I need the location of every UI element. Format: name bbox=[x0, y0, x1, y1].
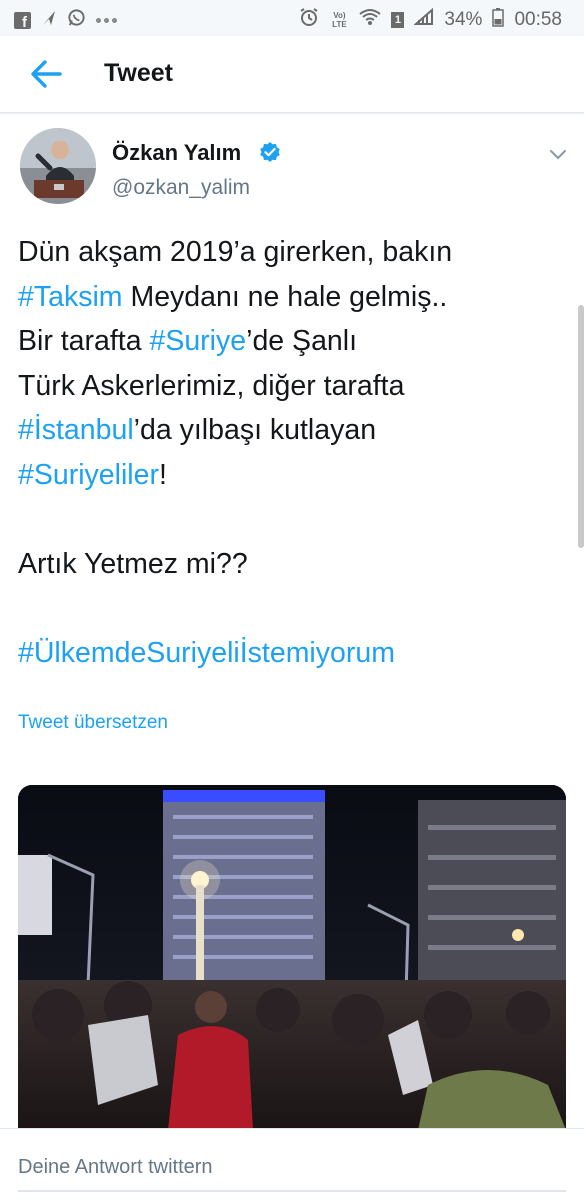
app-header: Tweet bbox=[0, 36, 584, 113]
hashtag-link[interactable]: #İstanbul bbox=[18, 414, 134, 446]
scrollbar[interactable] bbox=[578, 305, 584, 548]
tweet-text-segment: ’de Şanlı bbox=[246, 325, 358, 358]
tweet-text-segment: Artık Yetmez mi?? bbox=[18, 548, 248, 581]
tweet-line: #İstanbul’da yılbaşı kutlayan bbox=[18, 408, 578, 453]
page-title: Tweet bbox=[104, 59, 173, 87]
arrow-left-icon bbox=[31, 60, 62, 88]
status-notifications: f bbox=[14, 8, 117, 32]
back-button[interactable] bbox=[28, 56, 64, 92]
tweet-line: Dün akşam 2019’a girerken, bakın bbox=[18, 230, 578, 275]
clock: 00:58 bbox=[514, 9, 562, 30]
dots-icon bbox=[96, 17, 117, 23]
whatsapp-icon bbox=[67, 8, 86, 32]
alarm-icon bbox=[299, 7, 319, 33]
hashtag-link[interactable]: #Suriyeliler bbox=[18, 459, 159, 491]
translate-tweet-link[interactable]: Tweet übersetzen bbox=[18, 712, 168, 734]
tweet-options-button[interactable] bbox=[548, 148, 568, 160]
hashtag-link[interactable]: #Suriye bbox=[149, 325, 246, 357]
tweet-line: Türk Askerlerimiz, diğer tarafta bbox=[18, 364, 578, 409]
hashtag-link[interactable]: #ÜlkemdeSuriyeliİstemiyorum bbox=[18, 637, 395, 669]
status-bar: f Vo) LTE 1 34% 00:58 bbox=[0, 0, 584, 36]
battery-percent: 34% bbox=[444, 9, 483, 30]
tweet-line: #Taksim Meydanı ne hale gelmiş.. bbox=[18, 275, 578, 320]
reply-underline bbox=[18, 1190, 566, 1192]
tweet-video[interactable] bbox=[18, 785, 566, 1130]
video-frame bbox=[18, 785, 566, 1130]
author-handle[interactable]: @ozkan_yalim bbox=[112, 176, 250, 200]
volte-icon: Vo) LTE bbox=[332, 11, 347, 29]
tweet-text-segment: Dün akşam 2019’a girerken, bakın bbox=[18, 236, 453, 268]
tweet-text-segment: Türk Askerlerimiz, diğer tarafta bbox=[18, 369, 405, 402]
wifi-icon bbox=[359, 8, 382, 32]
battery-icon bbox=[492, 7, 505, 33]
tweet-text: Dün akşam 2019’a girerken, bakın #Taksim … bbox=[18, 230, 578, 676]
verified-badge-icon bbox=[259, 141, 281, 163]
sim1-icon: 1 bbox=[391, 12, 405, 28]
navigation-icon bbox=[41, 9, 57, 32]
author-name[interactable]: Özkan Yalım bbox=[112, 140, 241, 166]
chevron-down-icon bbox=[550, 150, 566, 160]
avatar[interactable] bbox=[20, 128, 96, 204]
signal-icon bbox=[413, 7, 434, 32]
status-system: Vo) LTE 1 34% 00:58 bbox=[299, 7, 562, 33]
tweet-line: Artık Yetmez mi?? bbox=[18, 542, 578, 587]
tweet-text-segment: ’da yılbaşı kutlayan bbox=[133, 414, 377, 447]
tweet-line: #Suriyeliler! bbox=[18, 453, 578, 498]
reply-input[interactable]: Deine Antwort twittern bbox=[18, 1156, 213, 1179]
tweet-text-segment: ! bbox=[158, 458, 167, 491]
facebook-icon: f bbox=[14, 11, 31, 30]
tweet-text-segment: Meydanı ne hale gelmiş.. bbox=[122, 280, 448, 313]
hashtag-link[interactable]: #Taksim bbox=[18, 281, 123, 313]
tweet-text-segment: Bir tarafta bbox=[18, 325, 150, 358]
tweet-line: #ÜlkemdeSuriyeliİstemiyorum bbox=[18, 631, 578, 676]
reply-bar: Deine Antwort twittern bbox=[0, 1128, 584, 1201]
tweet-line: Bir tarafta #Suriye’de Şanlı bbox=[18, 319, 578, 364]
